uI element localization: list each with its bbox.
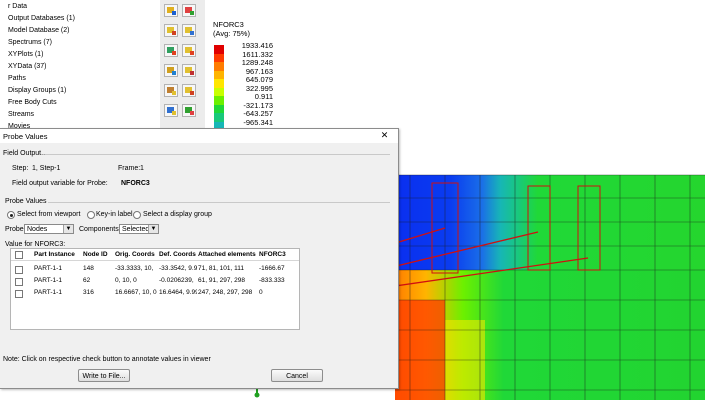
query-tool-icon[interactable] [182, 104, 196, 117]
field-output-group-label: Field Output... [3, 150, 47, 157]
field-variable-value: NFORC3 [121, 180, 150, 187]
tree-item[interactable]: Free Body Cuts [8, 99, 57, 106]
annotation-note: Note: Click on respective check button t… [3, 356, 211, 363]
table-row[interactable]: PART-1-1 62 0, 10, 0 -0.0206239, 61, 91,… [11, 276, 299, 287]
column-header[interactable]: Def. Coords [159, 251, 196, 258]
probe-label: Probe: [5, 226, 26, 233]
probe-select[interactable]: Nodes ▼ [24, 224, 74, 234]
legend-title: NFORC3 (Avg: 75%) [213, 20, 250, 38]
view-cut-icon[interactable] [164, 84, 178, 97]
keyin-label-label: Key-in label [96, 211, 133, 218]
table-row[interactable]: PART-1-1 316 16.6667, 10, 0 16.6464, 9.9… [11, 288, 299, 299]
row-checkbox[interactable] [15, 290, 23, 298]
probe-select-value: Nodes [27, 226, 48, 233]
components-select-value: Selected [122, 226, 150, 233]
column-header[interactable]: Attached elements [198, 251, 256, 258]
probe-table: Part Instance Node ID Orig. Coords Def. … [10, 248, 300, 330]
field-variable-label: Field output variable for Probe: [12, 180, 108, 187]
step-value: 1, Step-1 [32, 165, 61, 172]
column-header[interactable]: NFORC3 [259, 251, 286, 258]
cell-node-id: 316 [83, 289, 94, 296]
undeformed-shape-icon[interactable] [182, 24, 196, 37]
model-tree: r Data Output Databases (1) Model Databa… [0, 0, 160, 135]
keyin-label-radio[interactable] [87, 211, 95, 219]
cell-attached-elements: 61, 91, 297, 298 [198, 277, 245, 284]
cell-part-instance: PART-1-1 [34, 289, 62, 296]
cell-nforc3: 0 [259, 289, 263, 296]
symbol-plot-icon[interactable] [182, 4, 196, 17]
tree-item[interactable]: r Data [8, 3, 27, 10]
value-for-label: Value for NFORC3: [5, 241, 66, 248]
deformed-shape-icon[interactable] [164, 24, 178, 37]
cell-part-instance: PART-1-1 [34, 277, 62, 284]
cell-attached-elements: 71, 81, 101, 111 [198, 265, 245, 272]
select-viewport-label: Select from viewport [17, 211, 81, 218]
cell-nforc3: -1666.67 [259, 265, 285, 272]
cell-def-coords: 16.6464, 9.99 [159, 289, 197, 296]
column-header[interactable]: Orig. Coords [115, 251, 155, 258]
frame-label: Frame: [118, 165, 141, 172]
probe-values-group-label: Probe Values [5, 198, 47, 205]
cell-attached-elements: 247, 248, 297, 298 [198, 289, 253, 296]
chevron-down-icon: ▼ [148, 225, 158, 233]
close-icon[interactable]: ✕ [378, 130, 391, 141]
legend-variable: NFORC3 [213, 20, 244, 29]
cancel-button[interactable]: Cancel [271, 369, 323, 382]
cell-node-id: 62 [83, 277, 91, 284]
tree-item[interactable]: XYPlots (1) [8, 51, 43, 58]
cell-orig-coords: 16.6667, 10, 0 [115, 289, 157, 296]
header-divider [11, 260, 299, 261]
free-body-cut-icon[interactable] [182, 84, 196, 97]
visualization-toolbox [160, 0, 206, 135]
cell-def-coords: -0.0206239, [159, 277, 194, 284]
frame-value: 1 [140, 165, 144, 172]
allow-multiple-plot-states-icon[interactable] [182, 44, 196, 57]
display-group-label: Select a display group [143, 211, 212, 218]
tree-item[interactable]: Output Databases (1) [8, 15, 75, 22]
components-select[interactable]: Selected ▼ [119, 224, 159, 234]
probe-values-dialog: Probe Values ✕ Field Output... Step: 1, … [0, 128, 399, 389]
cell-def-coords: -33.3542, 9.9 [159, 265, 197, 272]
xy-data-icon[interactable] [164, 104, 178, 117]
cell-orig-coords: 0, 10, 0 [115, 277, 137, 284]
plot-contours-icon[interactable] [164, 44, 178, 57]
legend-averaging: (Avg: 75%) [213, 29, 250, 38]
animate-icon[interactable] [164, 64, 178, 77]
write-to-file-button[interactable]: Write to File... [78, 369, 130, 382]
row-checkbox[interactable] [15, 278, 23, 286]
group-divider [45, 154, 390, 155]
select-all-checkbox[interactable] [15, 251, 23, 259]
table-row[interactable]: PART-1-1 148 -33.3333, 10, -33.3542, 9.9… [11, 264, 299, 275]
cell-orig-coords: -33.3333, 10, [115, 265, 154, 272]
dialog-titlebar[interactable]: Probe Values ✕ [0, 129, 398, 143]
animate-time-history-icon[interactable] [182, 64, 196, 77]
tree-item[interactable]: Paths [8, 75, 26, 82]
tree-item[interactable]: Display Groups (1) [8, 87, 66, 94]
step-label: Step: [12, 165, 29, 172]
cell-node-id: 148 [83, 265, 94, 272]
cell-nforc3: -833.333 [259, 277, 285, 284]
group-divider [48, 202, 390, 203]
row-checkbox[interactable] [15, 266, 23, 274]
tree-item[interactable]: Spectrums (7) [8, 39, 52, 46]
tree-item[interactable]: Streams [8, 111, 34, 118]
components-label: Components: [79, 226, 121, 233]
contour-plot-icon[interactable] [164, 4, 178, 17]
column-header[interactable]: Node ID [83, 251, 108, 258]
column-header[interactable]: Part Instance [34, 251, 75, 258]
tree-item[interactable]: Model Database (2) [8, 27, 69, 34]
display-group-radio[interactable] [133, 211, 141, 219]
chevron-down-icon: ▼ [63, 225, 73, 233]
dialog-title: Probe Values [3, 132, 48, 141]
cell-part-instance: PART-1-1 [34, 265, 62, 272]
select-viewport-radio[interactable] [7, 211, 15, 219]
tree-item[interactable]: XYData (37) [8, 63, 47, 70]
